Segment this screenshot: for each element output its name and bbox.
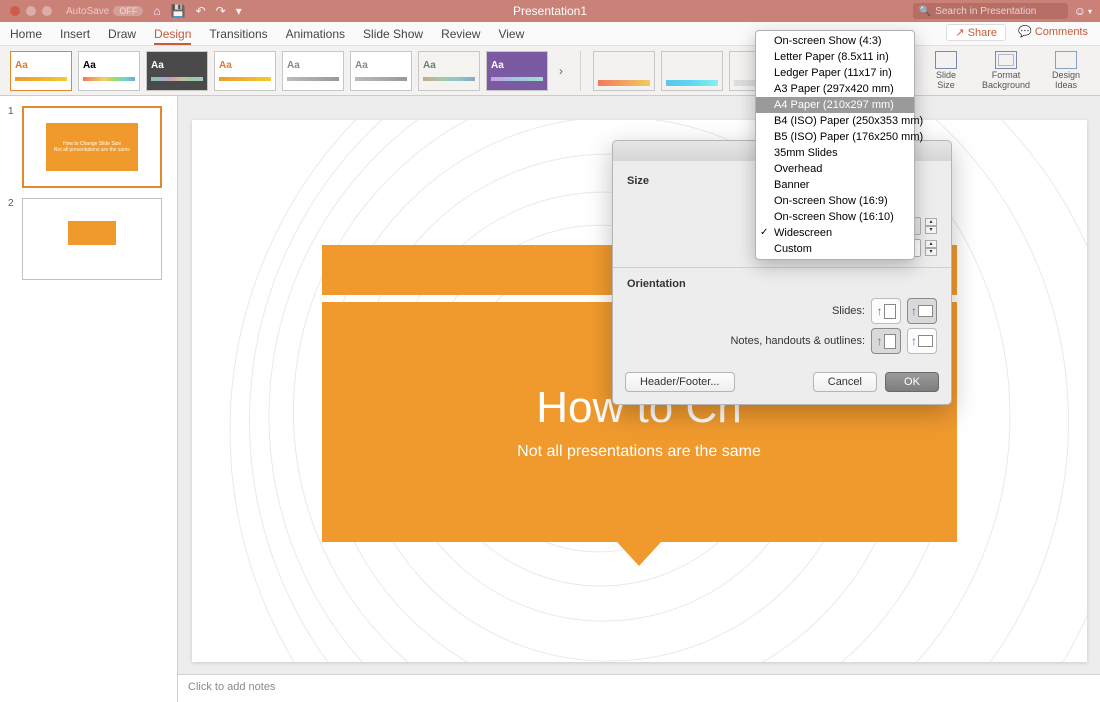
theme-thumb[interactable]: Aa xyxy=(10,51,72,91)
dropdown-item[interactable]: Overhead xyxy=(756,161,914,177)
dropdown-item[interactable]: Widescreen xyxy=(756,225,914,241)
thumb-number: 1 xyxy=(8,106,16,188)
dropdown-item[interactable]: A3 Paper (297x420 mm) xyxy=(756,81,914,97)
autosave-toggle[interactable]: AutoSave OFF xyxy=(66,6,143,17)
ribbon-tabs: Home Insert Draw Design Transitions Anim… xyxy=(0,22,1100,46)
qat-overflow-icon[interactable]: ▾ xyxy=(236,4,242,18)
sized-for-dropdown[interactable]: On-screen Show (4:3)Letter Paper (8.5x11… xyxy=(755,30,915,260)
slides-portrait-button[interactable]: ↑ xyxy=(871,298,901,324)
theme-thumb[interactable]: Aa xyxy=(78,51,140,91)
thumb-number: 2 xyxy=(8,198,16,280)
theme-thumb[interactable]: Aa xyxy=(418,51,480,91)
dropdown-item[interactable]: 35mm Slides xyxy=(756,145,914,161)
slide-thumbnail[interactable] xyxy=(22,198,162,280)
slide-subtitle: Not all presentations are the same xyxy=(517,443,761,461)
dropdown-item[interactable]: On-screen Show (4:3) xyxy=(756,33,914,49)
thumbnail-row: 2 xyxy=(8,198,169,280)
theme-thumb[interactable]: Aa xyxy=(282,51,344,91)
search-icon: 🔍 xyxy=(919,6,931,17)
tab-animations[interactable]: Animations xyxy=(286,27,345,45)
dropdown-item[interactable]: Banner xyxy=(756,177,914,193)
ribbon-design: Aa Aa Aa Aa Aa Aa Aa Aa › Slide Size For… xyxy=(0,46,1100,96)
document-title: Presentation1 xyxy=(513,4,587,18)
header-footer-button[interactable]: Header/Footer... xyxy=(625,372,735,392)
dropdown-item[interactable]: Custom xyxy=(756,241,914,257)
notes-landscape-button[interactable]: ↑ xyxy=(907,328,937,354)
dropdown-item[interactable]: On-screen Show (16:9) xyxy=(756,193,914,209)
save-icon[interactable]: 💾 xyxy=(171,4,186,18)
dropdown-item[interactable]: Letter Paper (8.5x11 in) xyxy=(756,49,914,65)
redo-icon[interactable]: ↷ xyxy=(216,4,226,18)
theme-thumb[interactable]: Aa xyxy=(214,51,276,91)
orientation-section-heading: Orientation xyxy=(627,278,937,290)
share-button[interactable]: ↗ Share xyxy=(946,24,1006,41)
tab-slideshow[interactable]: Slide Show xyxy=(363,27,423,45)
variant-thumb[interactable] xyxy=(593,51,655,91)
design-tools: Slide Size Format Background Design Idea… xyxy=(918,50,1094,92)
format-background-button[interactable]: Format Background xyxy=(978,50,1034,92)
tab-design[interactable]: Design xyxy=(154,27,191,45)
slide-size-icon xyxy=(935,51,957,69)
height-stepper[interactable]: ▴▾ xyxy=(925,240,937,256)
dialog-separator xyxy=(613,267,951,268)
notes-portrait-button[interactable]: ↑ xyxy=(871,328,901,354)
ok-button[interactable]: OK xyxy=(885,372,939,392)
quick-access-toolbar: ⌂ 💾 ↶ ↷ ▾ xyxy=(153,4,241,18)
design-ideas-icon xyxy=(1055,51,1077,69)
tab-transitions[interactable]: Transitions xyxy=(209,27,267,45)
thumbnail-row: 1 How to Change Slide Size Not all prese… xyxy=(8,106,169,188)
autosave-label: AutoSave xyxy=(66,6,109,17)
close-window-icon[interactable] xyxy=(10,6,20,16)
themes-more-icon[interactable]: › xyxy=(554,64,568,78)
minimize-window-icon[interactable] xyxy=(26,6,36,16)
format-background-icon xyxy=(995,51,1017,69)
variant-thumb[interactable] xyxy=(661,51,723,91)
theme-thumb[interactable]: Aa xyxy=(350,51,412,91)
slide-callout-arrow xyxy=(617,542,661,566)
dropdown-item[interactable]: On-screen Show (16:10) xyxy=(756,209,914,225)
comments-button[interactable]: 💬 Comments xyxy=(1014,24,1092,41)
ribbon-separator xyxy=(580,51,581,91)
dropdown-item[interactable]: A4 Paper (210x297 mm) xyxy=(756,97,914,113)
slides-landscape-button[interactable]: ↑ xyxy=(907,298,937,324)
themes-gallery: Aa Aa Aa Aa Aa Aa Aa Aa › xyxy=(10,51,568,91)
tab-view[interactable]: View xyxy=(498,27,524,45)
slides-orientation-label: Slides: xyxy=(832,305,865,317)
dropdown-item[interactable]: Ledger Paper (11x17 in) xyxy=(756,65,914,81)
undo-icon[interactable]: ↶ xyxy=(196,4,206,18)
tab-draw[interactable]: Draw xyxy=(108,27,136,45)
titlebar: AutoSave OFF ⌂ 💾 ↶ ↷ ▾ Presentation1 🔍 ☺… xyxy=(0,0,1100,22)
dropdown-item[interactable]: B5 (ISO) Paper (176x250 mm) xyxy=(756,129,914,145)
width-stepper[interactable]: ▴▾ xyxy=(925,218,937,234)
search-input-wrapper[interactable]: 🔍 xyxy=(913,3,1068,19)
account-menu[interactable]: ☺ ▾ xyxy=(1074,4,1092,18)
dropdown-item[interactable]: B4 (ISO) Paper (250x353 mm) xyxy=(756,113,914,129)
home-icon[interactable]: ⌂ xyxy=(153,4,160,18)
cancel-button[interactable]: Cancel xyxy=(813,372,877,392)
design-ideas-button[interactable]: Design Ideas xyxy=(1038,50,1094,92)
autosave-state: OFF xyxy=(113,6,143,16)
notes-placeholder: Click to add notes xyxy=(188,681,275,693)
notes-orientation-label: Notes, handouts & outlines: xyxy=(730,335,865,347)
window-controls xyxy=(0,6,52,16)
zoom-window-icon[interactable] xyxy=(42,6,52,16)
tab-insert[interactable]: Insert xyxy=(60,27,90,45)
theme-thumb[interactable]: Aa xyxy=(486,51,548,91)
slide-thumbnail[interactable]: How to Change Slide Size Not all present… xyxy=(22,106,162,188)
notes-pane[interactable]: Click to add notes xyxy=(178,674,1100,702)
tab-review[interactable]: Review xyxy=(441,27,480,45)
slide-thumbnail-panel[interactable]: 1 How to Change Slide Size Not all prese… xyxy=(0,96,178,702)
search-input[interactable] xyxy=(935,6,1062,17)
theme-thumb[interactable]: Aa xyxy=(146,51,208,91)
slide-size-button[interactable]: Slide Size xyxy=(918,50,974,92)
tab-home[interactable]: Home xyxy=(10,27,42,45)
